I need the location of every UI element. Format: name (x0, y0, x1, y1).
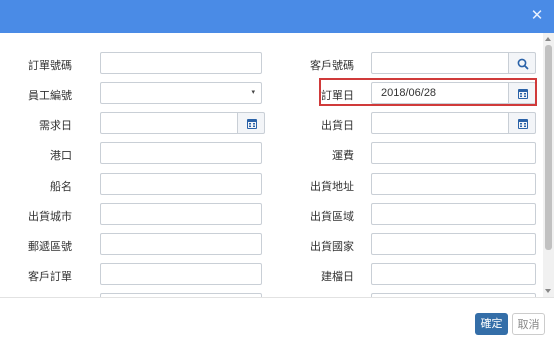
required-date-label: 需求日 (39, 119, 72, 132)
order-form: 訂單號碼 客戶號碼 員工編號 ▾ 訂單日 2018/06/28 需求日 出貨日 … (0, 33, 543, 297)
postal-code-label: 郵遞區號 (28, 240, 72, 253)
close-icon[interactable]: ✕ (528, 6, 546, 24)
ship-name-label: 船名 (50, 180, 72, 193)
customer-no-input[interactable] (371, 52, 509, 74)
customer-search-button[interactable] (508, 52, 536, 74)
shipped-date-label: 出貨日 (321, 119, 354, 132)
shipped-date-picker-button[interactable] (508, 112, 536, 134)
order-no-input[interactable] (100, 52, 262, 74)
ship-name-input[interactable] (100, 173, 262, 195)
employee-no-label: 員工編號 (28, 89, 72, 102)
ship-city-input[interactable] (100, 203, 262, 225)
freight-label: 運費 (332, 149, 354, 162)
cancel-button[interactable]: 取消 (512, 313, 545, 335)
ship-region-input[interactable] (371, 203, 536, 225)
required-date-picker-button[interactable] (237, 112, 265, 134)
ship-country-label: 出貨國家 (310, 240, 354, 253)
created-date-label: 建檔日 (321, 270, 354, 283)
chevron-down-icon: ▾ (251, 88, 255, 96)
customer-no-label: 客戶號碼 (310, 59, 354, 72)
ship-city-label: 出貨城市 (28, 210, 72, 223)
created-date-input[interactable] (371, 263, 536, 285)
calendar-icon (518, 119, 528, 129)
postal-code-input[interactable] (100, 233, 262, 255)
order-no-label: 訂單號碼 (28, 59, 72, 72)
confirm-button[interactable]: 確定 (475, 313, 508, 335)
customer-order-input[interactable] (100, 263, 262, 285)
ship-country-input[interactable] (371, 233, 536, 255)
shipped-date-input[interactable] (371, 112, 509, 134)
port-input[interactable] (100, 142, 262, 164)
dialog-header: ✕ (0, 0, 554, 33)
employee-no-select[interactable]: ▾ (100, 82, 262, 104)
dialog-footer: 確定 取消 (0, 297, 554, 343)
scroll-up-icon[interactable] (545, 37, 551, 41)
calendar-icon (247, 119, 257, 129)
ship-address-label: 出貨地址 (310, 180, 354, 193)
scrollbar-thumb[interactable] (545, 45, 552, 250)
scroll-down-icon[interactable] (545, 289, 551, 293)
order-date-highlight (319, 78, 537, 106)
ship-address-input[interactable] (371, 173, 536, 195)
customer-order-label: 客戶訂單 (28, 270, 72, 283)
ship-region-label: 出貨區域 (310, 210, 354, 223)
search-icon (517, 58, 529, 70)
vertical-scrollbar[interactable] (543, 33, 554, 297)
port-label: 港口 (50, 149, 72, 162)
freight-input[interactable] (371, 142, 536, 164)
required-date-input[interactable] (100, 112, 238, 134)
